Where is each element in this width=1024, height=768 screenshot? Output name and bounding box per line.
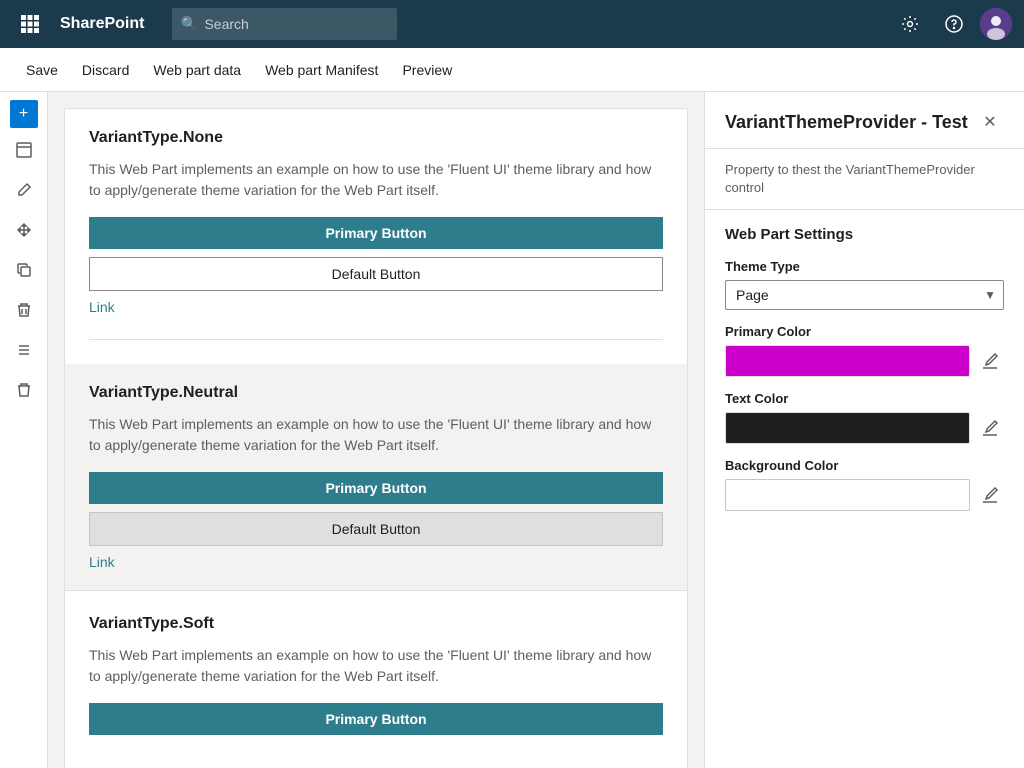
variant-soft-title: VariantType.Soft — [89, 615, 663, 633]
edit-tool-button[interactable] — [6, 132, 42, 168]
help-button[interactable] — [936, 6, 972, 42]
panel-description: Property to thest the VariantThemeProvid… — [705, 149, 1024, 210]
top-navigation: SharePoint 🔍 — [0, 0, 1024, 48]
pencil-tool-button[interactable] — [6, 172, 42, 208]
background-color-label: Background Color — [725, 458, 1004, 473]
variant-none-default-button[interactable]: Default Button — [89, 257, 663, 291]
left-sidebar: + — [0, 92, 48, 768]
variant-none-title: VariantType.None — [89, 129, 663, 147]
variant-neutral-section: VariantType.Neutral This Web Part implem… — [65, 364, 687, 591]
variant-neutral-link[interactable]: Link — [89, 554, 663, 570]
webpart-data-button[interactable]: Web part data — [143, 56, 251, 84]
panel-title: VariantThemeProvider - Test — [725, 112, 968, 133]
primary-color-label: Primary Color — [725, 324, 1004, 339]
variant-neutral-desc: This Web Part implements an example on h… — [89, 414, 663, 456]
primary-color-field — [725, 345, 1004, 377]
primary-color-swatch[interactable] — [725, 345, 970, 377]
theme-type-label: Theme Type — [725, 259, 1004, 274]
background-color-field — [725, 479, 1004, 511]
background-color-swatch[interactable] — [725, 479, 970, 511]
variant-neutral-primary-button[interactable]: Primary Button — [89, 472, 663, 504]
text-color-swatch[interactable] — [725, 412, 970, 444]
search-icon: 🔍 — [180, 16, 197, 33]
discard-button[interactable]: Discard — [72, 56, 139, 84]
main-layout: + — [0, 92, 1024, 768]
copy-button[interactable] — [6, 252, 42, 288]
settings-button[interactable] — [892, 6, 928, 42]
right-panel: VariantThemeProvider - Test ✕ Property t… — [704, 92, 1024, 768]
text-color-picker-button[interactable] — [976, 414, 1004, 442]
save-button[interactable]: Save — [16, 56, 68, 84]
subtoolbar: Save Discard Web part data Web part Mani… — [0, 48, 1024, 92]
delete-top-button[interactable] — [6, 292, 42, 328]
variant-neutral-title: VariantType.Neutral — [89, 384, 663, 402]
webpart-manifest-button[interactable]: Web part Manifest — [255, 56, 388, 84]
search-container: 🔍 — [172, 8, 592, 40]
webpart-content: VariantType.None This Web Part implement… — [65, 109, 687, 768]
avatar[interactable] — [980, 8, 1012, 40]
app-title: SharePoint — [60, 15, 144, 33]
move-button[interactable] — [6, 332, 42, 368]
variant-none-primary-button[interactable]: Primary Button — [89, 217, 663, 249]
text-color-field — [725, 412, 1004, 444]
waffle-icon[interactable] — [12, 6, 48, 42]
panel-header: VariantThemeProvider - Test ✕ — [705, 92, 1024, 149]
variant-none-desc: This Web Part implements an example on h… — [89, 159, 663, 201]
variant-soft-desc: This Web Part implements an example on h… — [89, 645, 663, 687]
variant-soft-primary-button[interactable]: Primary Button — [89, 703, 663, 735]
theme-type-field: Page None Neutral Soft Strong ▼ — [725, 280, 1004, 310]
delete-bottom-button[interactable] — [6, 372, 42, 408]
variant-soft-section: VariantType.Soft This Web Part implement… — [89, 615, 663, 767]
panel-settings-section: Web Part Settings Theme Type Page None N… — [705, 210, 1024, 527]
panel-section-title: Web Part Settings — [725, 226, 1004, 243]
background-color-picker-button[interactable] — [976, 481, 1004, 509]
webpart-container: VariantType.None This Web Part implement… — [64, 108, 688, 768]
panel-close-button[interactable]: ✕ — [976, 108, 1004, 136]
primary-color-picker-button[interactable] — [976, 347, 1004, 375]
variant-none-section: VariantType.None This Web Part implement… — [89, 129, 663, 340]
move-all-button[interactable] — [6, 212, 42, 248]
text-color-label: Text Color — [725, 391, 1004, 406]
variant-none-link[interactable]: Link — [89, 299, 663, 315]
add-section-button[interactable]: + — [10, 100, 38, 128]
search-input[interactable] — [172, 8, 397, 40]
preview-button[interactable]: Preview — [392, 56, 462, 84]
content-area: VariantType.None This Web Part implement… — [48, 92, 704, 768]
topnav-right — [892, 6, 1012, 42]
theme-type-select[interactable]: Page None Neutral Soft Strong — [725, 280, 1004, 310]
variant-neutral-default-button[interactable]: Default Button — [89, 512, 663, 546]
